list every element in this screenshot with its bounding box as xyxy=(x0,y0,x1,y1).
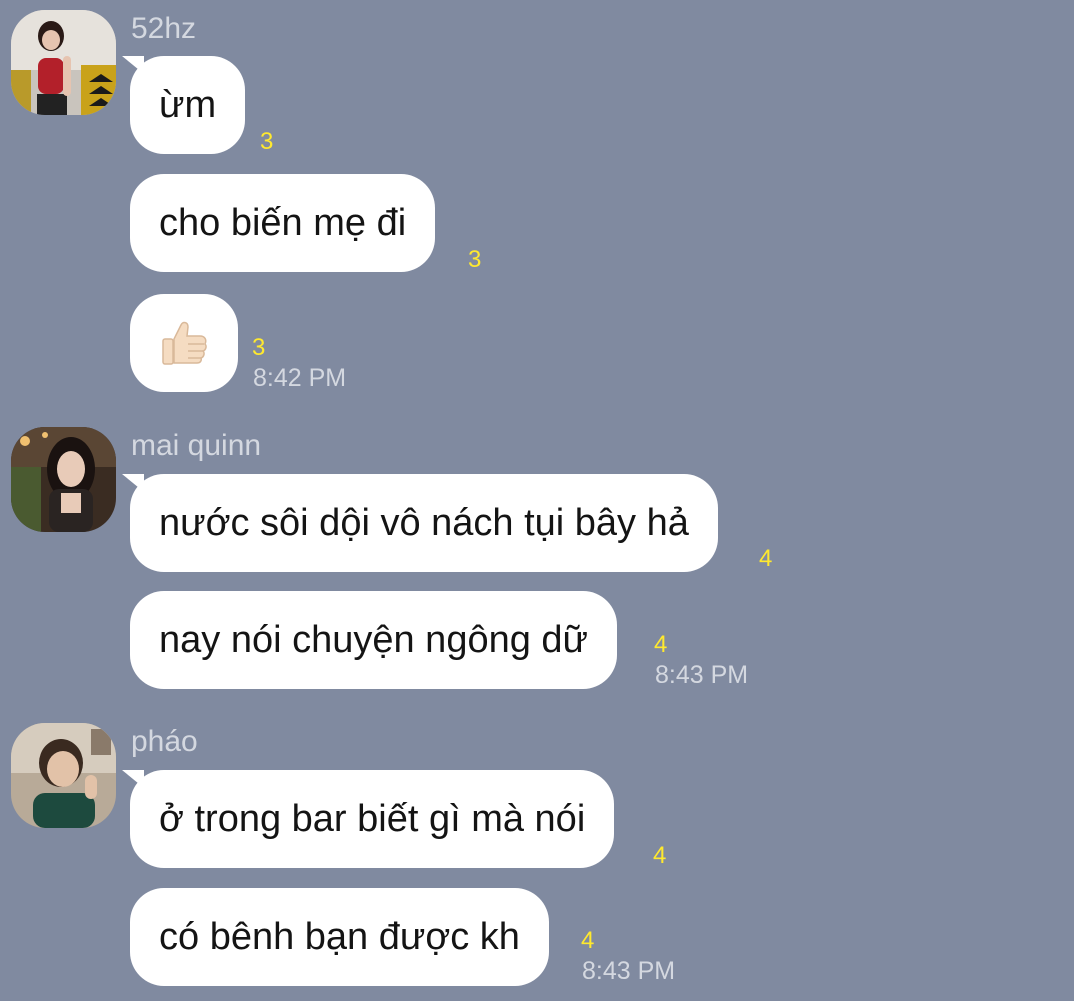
message-text: ừm xyxy=(159,83,217,126)
message-timestamp: 8:42 PM xyxy=(253,364,347,392)
message-timestamp: 8:43 PM xyxy=(582,957,676,985)
message-text: nay nói chuyện ngông dữ xyxy=(159,618,588,661)
message-bubble[interactable]: có bênh bạn được kh xyxy=(130,888,549,986)
read-count: 4 xyxy=(654,631,668,658)
message-text: nước sôi dội vô nách tụi bây hả xyxy=(159,501,689,544)
message-bubble[interactable]: ừm xyxy=(121,56,246,154)
message-bubble[interactable]: nước sôi dội vô nách tụi bây hả xyxy=(122,474,718,572)
read-count: 3 xyxy=(252,334,266,361)
message-text: có bênh bạn được kh xyxy=(159,915,520,958)
avatar-phao[interactable] xyxy=(11,723,116,828)
avatar-mai-quinn[interactable] xyxy=(11,427,116,532)
message-bubble[interactable]: nay nói chuyện ngông dữ xyxy=(130,591,617,689)
message-bubble[interactable]: ở trong bar biết gì mà nói xyxy=(121,770,615,868)
avatar-phao-photo xyxy=(11,723,116,828)
read-count: 3 xyxy=(468,246,482,273)
avatar-52hz-photo xyxy=(11,10,116,115)
thumbs-up-icon xyxy=(162,321,207,365)
message-timestamp: 8:43 PM xyxy=(655,661,749,689)
read-count: 4 xyxy=(759,545,773,572)
read-count: 3 xyxy=(260,128,274,155)
read-count: 4 xyxy=(581,927,595,954)
message-text: ở trong bar biết gì mà nói xyxy=(159,797,586,840)
avatar-52hz[interactable] xyxy=(11,10,116,115)
read-count: 4 xyxy=(653,842,667,869)
sender-name: 52hz xyxy=(131,12,197,45)
message-text: cho biến mẹ đi xyxy=(159,201,407,244)
sender-name: pháo xyxy=(131,725,198,758)
message-bubble[interactable]: cho biến mẹ đi xyxy=(130,174,436,272)
avatar-mai-quinn-photo xyxy=(11,427,116,532)
sender-name: mai quinn xyxy=(131,429,262,462)
message-bubble-sticker[interactable] xyxy=(130,294,238,392)
